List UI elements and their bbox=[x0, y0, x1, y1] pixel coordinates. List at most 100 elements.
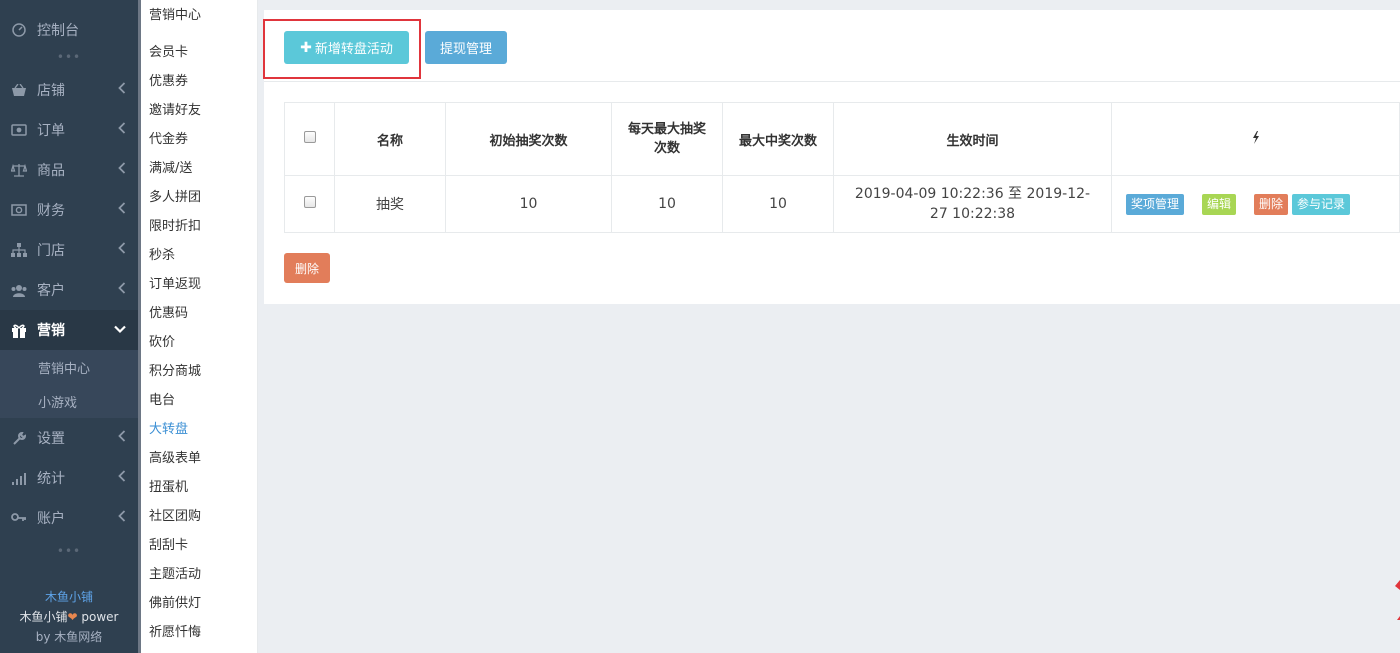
sidebar-item-top-3[interactable]: 财务 bbox=[0, 190, 138, 230]
footer-power-prefix: 木鱼小铺 bbox=[19, 610, 68, 624]
add-wheel-activity-label: 新增转盘活动 bbox=[314, 42, 393, 57]
key-icon bbox=[10, 512, 28, 524]
submenu-item[interactable]: 刮刮卡 bbox=[141, 531, 257, 560]
sidebar-item-top-0[interactable]: 店铺 bbox=[0, 70, 138, 110]
chevron-left-icon bbox=[118, 162, 126, 178]
submenu-item[interactable]: 高级表单 bbox=[141, 444, 257, 473]
heart-icon: ❤ bbox=[67, 610, 78, 624]
sidebar-item-label: 客户 bbox=[37, 283, 65, 299]
header-actions bbox=[1111, 102, 1400, 176]
submenu-item[interactable]: 社区团购 bbox=[141, 502, 257, 531]
submenu-item[interactable]: 优惠码 bbox=[141, 299, 257, 328]
submenu-item[interactable]: 积分商城 bbox=[141, 357, 257, 386]
delete-row-button[interactable]: 删除 bbox=[1254, 193, 1289, 215]
submenu-item[interactable]: 限时折扣 bbox=[141, 212, 257, 241]
basket-icon bbox=[10, 83, 28, 97]
submenu-item[interactable]: 主题活动 bbox=[141, 560, 257, 589]
participation-records-button[interactable]: 参与记录 bbox=[1292, 193, 1351, 215]
submenu-item[interactable]: 扭蛋机 bbox=[141, 473, 257, 502]
sidebar-item-top-2[interactable]: 商品 bbox=[0, 150, 138, 190]
header-select-all bbox=[284, 102, 335, 176]
sidebar-item-label: 财务 bbox=[37, 203, 65, 219]
nav-dots: ••• bbox=[56, 50, 82, 64]
chevron-left-icon bbox=[118, 202, 126, 218]
sidebar-sub-marketing-center[interactable]: 营销中心 bbox=[0, 350, 138, 384]
submenu-item[interactable]: 佛前供灯 bbox=[141, 589, 257, 618]
submenu-item[interactable]: 满减/送 bbox=[141, 154, 257, 183]
cash-icon bbox=[10, 204, 28, 216]
sidebar-item-label: 商品 bbox=[37, 163, 65, 179]
submenu-item[interactable]: 砍价 bbox=[141, 328, 257, 357]
nav-dots-bottom: ••• bbox=[56, 544, 82, 558]
marketing-submenu: 营销中心 小游戏 bbox=[0, 350, 138, 418]
scale-icon bbox=[10, 163, 28, 177]
edit-button[interactable]: 编辑 bbox=[1202, 193, 1237, 215]
footer-power-suffix: power bbox=[77, 610, 119, 624]
cell-time: 2019-04-09 10:22:36 至 2019-12-27 10:22:3… bbox=[833, 175, 1112, 233]
sidebar-item-label: 账户 bbox=[37, 511, 65, 527]
sidebar-item-top-4[interactable]: 门店 bbox=[0, 230, 138, 270]
signal-icon bbox=[10, 472, 28, 485]
withdraw-management-button[interactable]: 提现管理 bbox=[425, 31, 507, 64]
chevron-left-icon bbox=[118, 122, 126, 138]
footer-by: by 木鱼网络 bbox=[0, 627, 138, 647]
sidebar-item-label: 门店 bbox=[37, 243, 65, 259]
submenu-item[interactable]: 邀请好友 bbox=[141, 96, 257, 125]
bolt-icon bbox=[1252, 130, 1260, 148]
chevron-left-icon bbox=[118, 470, 126, 486]
sidebar-item-bottom-2[interactable]: 账户 bbox=[0, 498, 138, 538]
sidebar-footer: 木鱼小铺 木鱼小铺❤ power by 木鱼网络 bbox=[0, 587, 138, 647]
submenu-item[interactable]: 秒杀 bbox=[141, 241, 257, 270]
submenu-item[interactable]: 优惠券 bbox=[141, 67, 257, 96]
batch-delete-button[interactable]: 删除 bbox=[284, 253, 330, 283]
chevron-left-icon bbox=[118, 510, 126, 526]
footer-power: 木鱼小铺❤ power bbox=[0, 607, 138, 627]
submenu-item[interactable]: 多人拼团 bbox=[141, 183, 257, 212]
sidebar-item-bottom-0[interactable]: 设置 bbox=[0, 418, 138, 458]
nav-marketing[interactable]: 营销 bbox=[0, 310, 138, 350]
gift-icon bbox=[10, 323, 28, 338]
sidebar-item-label: 订单 bbox=[37, 123, 65, 139]
header-daily: 每天最大抽奖次数 bbox=[611, 102, 723, 176]
marketing-menu: 营销中心 会员卡 优惠券 邀请好友 代金券 满减/送 多人拼团 限时折扣 秒杀 订单返现 优惠码 砍价… bbox=[141, 0, 258, 653]
submenu-item[interactable]: 会员卡 bbox=[141, 38, 257, 67]
cell-daily: 10 bbox=[611, 175, 723, 233]
add-wheel-activity-button[interactable]: ✚ 新增转盘活动 bbox=[284, 31, 409, 64]
header-initial: 初始抽奖次数 bbox=[445, 102, 612, 176]
cell-name: 抽奖 bbox=[334, 175, 446, 233]
dashboard-icon bbox=[10, 23, 28, 37]
row-select-cell bbox=[284, 175, 335, 233]
submenu-item[interactable]: 营销中心 bbox=[141, 9, 257, 38]
sidebar-item-bottom-1[interactable]: 统计 bbox=[0, 458, 138, 498]
sidebar-item-label: 店铺 bbox=[37, 83, 65, 99]
select-all-checkbox[interactable] bbox=[303, 131, 316, 143]
chevron-down-icon bbox=[114, 323, 126, 338]
cell-initial: 10 bbox=[445, 175, 612, 233]
submenu-item[interactable]: 电台 bbox=[141, 386, 257, 415]
header-time: 生效时间 bbox=[833, 102, 1112, 176]
floating-widget-edge[interactable] bbox=[1394, 580, 1400, 620]
chevron-left-icon bbox=[118, 82, 126, 98]
submenu-item[interactable]: 大转盘 bbox=[141, 415, 257, 444]
activity-table: 名称 初始抽奖次数 每天最大抽奖次数 最大中奖次数 生效时间 抽奖 10 10 … bbox=[284, 102, 1400, 233]
sidebar-item-top-5[interactable]: 客户 bbox=[0, 270, 138, 310]
footer-brand[interactable]: 木鱼小铺 bbox=[0, 587, 138, 607]
submenu-item[interactable]: 代金券 bbox=[141, 125, 257, 154]
sidebar-item-label: 统计 bbox=[37, 471, 65, 487]
plus-icon: ✚ bbox=[300, 39, 312, 56]
table-row: 抽奖 10 10 10 2019-04-09 10:22:36 至 2019-1… bbox=[284, 175, 1400, 233]
footer-by-link[interactable]: 木鱼网络 bbox=[54, 630, 102, 644]
submenu-item[interactable]: 订单返现 bbox=[141, 270, 257, 299]
sitemap-icon bbox=[10, 243, 28, 257]
sidebar-sub-minigames[interactable]: 小游戏 bbox=[0, 384, 138, 418]
submenu-item[interactable]: 祈愿忏悔 bbox=[141, 618, 257, 647]
prize-management-button[interactable]: 奖项管理 bbox=[1126, 193, 1185, 215]
sidebar-item-top-1[interactable]: 订单 bbox=[0, 110, 138, 150]
toolbar: ✚ 新增转盘活动 提现管理 bbox=[263, 10, 1400, 82]
users-icon bbox=[10, 284, 28, 297]
chevron-left-icon bbox=[118, 242, 126, 258]
nav-marketing-label: 营销 bbox=[37, 323, 65, 339]
row-checkbox[interactable] bbox=[303, 196, 316, 208]
nav-console[interactable]: 控制台 bbox=[0, 10, 138, 50]
header-max-win: 最大中奖次数 bbox=[722, 102, 834, 176]
